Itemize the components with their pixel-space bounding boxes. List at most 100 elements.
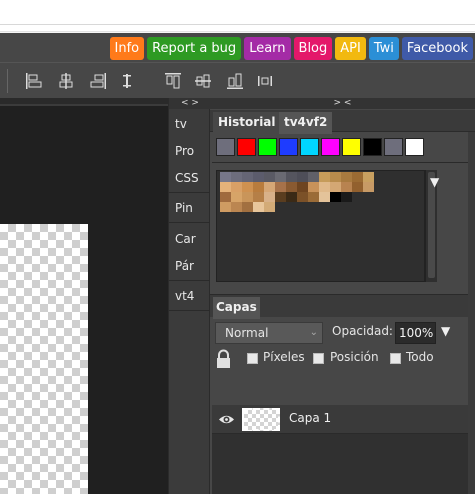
palette-swatch[interactable] bbox=[231, 192, 242, 202]
align-vertical-top-icon[interactable] bbox=[164, 72, 182, 90]
align-center-horizontal-icon[interactable] bbox=[57, 72, 75, 90]
layer-thumbnail[interactable] bbox=[242, 408, 280, 431]
panel-scrollbar[interactable] bbox=[468, 132, 475, 494]
swatch[interactable] bbox=[216, 138, 235, 156]
panel-css[interactable]: CSS bbox=[169, 165, 210, 192]
palette-swatch[interactable] bbox=[220, 182, 231, 192]
palette-swatch[interactable] bbox=[242, 172, 253, 182]
palette-swatch[interactable] bbox=[231, 182, 242, 192]
layer-list: Capa 1 bbox=[212, 405, 468, 494]
palette-swatch[interactable] bbox=[286, 192, 297, 202]
panel-tv[interactable]: tv bbox=[169, 111, 210, 138]
swatch[interactable] bbox=[363, 138, 382, 156]
palette-swatch[interactable] bbox=[220, 202, 231, 212]
report-bug-link[interactable]: Report a bug bbox=[147, 37, 242, 60]
lock-pixels-checkbox[interactable] bbox=[247, 353, 258, 364]
distribute-icon[interactable] bbox=[256, 72, 274, 90]
palette-swatch[interactable] bbox=[275, 172, 286, 182]
facebook-link[interactable]: Facebook bbox=[401, 37, 473, 60]
palette-swatch[interactable] bbox=[242, 202, 253, 212]
opacity-slider-toggle[interactable]: ▼ bbox=[441, 324, 450, 338]
palette-swatch[interactable] bbox=[297, 192, 308, 202]
palette-swatch[interactable] bbox=[297, 172, 308, 182]
layers-panel-tabs: Capas bbox=[210, 294, 475, 319]
swatch[interactable] bbox=[300, 138, 319, 156]
palette-grid[interactable] bbox=[216, 170, 425, 282]
palette-menu-arrow[interactable]: ▼ bbox=[430, 175, 444, 189]
swatch[interactable] bbox=[321, 138, 340, 156]
align-left-icon[interactable] bbox=[25, 72, 43, 90]
palette-swatch[interactable] bbox=[286, 172, 297, 182]
palette-swatch[interactable] bbox=[286, 182, 297, 192]
palette-swatch[interactable] bbox=[319, 172, 330, 182]
tab-history[interactable]: Historial bbox=[213, 112, 281, 134]
blend-mode-select[interactable]: Normal ⌄ bbox=[215, 322, 323, 344]
palette-swatch[interactable] bbox=[242, 182, 253, 192]
api-link[interactable]: API bbox=[335, 37, 366, 60]
expand-panels-toggle[interactable]: < > bbox=[169, 98, 211, 109]
blog-link[interactable]: Blog bbox=[293, 37, 333, 60]
panel-vt4[interactable]: vt4 bbox=[169, 283, 210, 310]
palette-swatch[interactable] bbox=[264, 192, 275, 202]
tab-layers[interactable]: Capas bbox=[213, 297, 260, 319]
palette-swatch[interactable] bbox=[220, 172, 231, 182]
palette-swatch[interactable] bbox=[264, 182, 275, 192]
lock-all-checkbox[interactable] bbox=[390, 353, 401, 364]
swatch[interactable] bbox=[279, 138, 298, 156]
palette-swatch[interactable] bbox=[308, 182, 319, 192]
panel-brush[interactable]: Pin bbox=[169, 195, 210, 222]
panel-character[interactable]: Car bbox=[169, 226, 210, 253]
layer-row[interactable]: Capa 1 bbox=[212, 405, 468, 434]
align-vertical-center-icon[interactable] bbox=[194, 72, 212, 90]
palette-swatch[interactable] bbox=[297, 182, 308, 192]
opacity-input[interactable]: 100% bbox=[395, 322, 436, 344]
swatch[interactable] bbox=[342, 138, 361, 156]
align-right-icon[interactable] bbox=[89, 72, 107, 90]
palette-swatch[interactable] bbox=[253, 182, 264, 192]
palette-swatch[interactable] bbox=[231, 202, 242, 212]
tab-swatches[interactable]: tv4vf2 bbox=[279, 112, 333, 134]
palette-swatch[interactable] bbox=[330, 182, 341, 192]
palette-swatch[interactable] bbox=[352, 172, 363, 182]
panel-paragraph[interactable]: Pár bbox=[169, 253, 210, 280]
swatch[interactable] bbox=[405, 138, 424, 156]
palette-swatch[interactable] bbox=[330, 192, 341, 202]
palette-swatch[interactable] bbox=[330, 172, 341, 182]
palette-swatch[interactable] bbox=[363, 172, 374, 182]
palette-swatch[interactable] bbox=[253, 202, 264, 212]
palette-swatch[interactable] bbox=[275, 182, 286, 192]
eye-icon[interactable] bbox=[218, 412, 235, 427]
palette-swatch[interactable] bbox=[264, 172, 275, 182]
palette-swatch[interactable] bbox=[319, 192, 330, 202]
twitter-link[interactable]: Twi bbox=[368, 37, 399, 60]
panel-properties[interactable]: Pro bbox=[169, 138, 210, 165]
align-top-icon[interactable] bbox=[118, 72, 136, 90]
transparent-canvas[interactable] bbox=[0, 224, 88, 494]
palette-swatch[interactable] bbox=[308, 192, 319, 202]
palette-swatch[interactable] bbox=[220, 192, 231, 202]
browser-border bbox=[0, 24, 475, 25]
palette-swatch[interactable] bbox=[341, 172, 352, 182]
palette-swatch[interactable] bbox=[231, 172, 242, 182]
swatch[interactable] bbox=[237, 138, 256, 156]
info-link[interactable]: Info bbox=[109, 37, 145, 60]
collapse-panels-toggle[interactable]: > < bbox=[210, 98, 475, 109]
palette-swatch[interactable] bbox=[319, 182, 330, 192]
layer-name[interactable]: Capa 1 bbox=[289, 411, 331, 425]
palette-swatch[interactable] bbox=[253, 172, 264, 182]
learn-link[interactable]: Learn bbox=[244, 37, 291, 60]
palette-swatch[interactable] bbox=[352, 182, 363, 192]
align-bottom-icon[interactable] bbox=[226, 72, 244, 90]
palette-swatch[interactable] bbox=[341, 192, 352, 202]
palette-swatch[interactable] bbox=[308, 172, 319, 182]
palette-swatch[interactable] bbox=[264, 202, 275, 212]
palette-swatch[interactable] bbox=[275, 192, 286, 202]
canvas-area[interactable] bbox=[0, 98, 168, 494]
palette-swatch[interactable] bbox=[242, 192, 253, 202]
palette-swatch[interactable] bbox=[253, 192, 264, 202]
swatch[interactable] bbox=[384, 138, 403, 156]
swatch[interactable] bbox=[258, 138, 277, 156]
lock-position-checkbox[interactable] bbox=[313, 353, 324, 364]
palette-swatch[interactable] bbox=[363, 182, 374, 192]
palette-swatch[interactable] bbox=[341, 182, 352, 192]
